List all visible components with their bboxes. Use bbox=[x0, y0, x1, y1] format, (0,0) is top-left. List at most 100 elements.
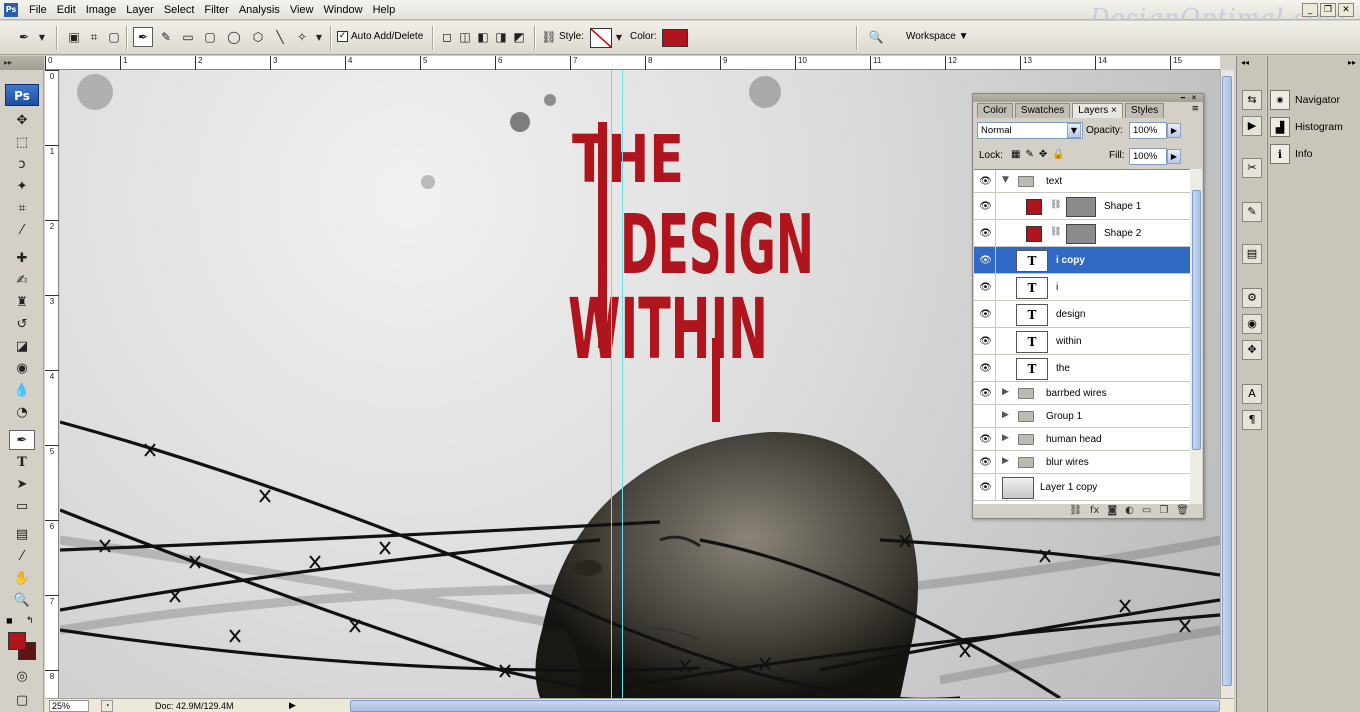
fill-field[interactable]: 100% bbox=[1129, 148, 1167, 165]
layer-row[interactable]: 👁 Ti bbox=[974, 274, 1190, 301]
collapse-icon[interactable]: ━ bbox=[1181, 94, 1185, 102]
panel-menu-icon[interactable]: ≡ bbox=[1191, 104, 1199, 114]
zoom-field[interactable]: 25% bbox=[49, 700, 89, 712]
marquee-tool-icon[interactable]: ⬚ bbox=[9, 132, 35, 152]
healing-brush-icon[interactable]: ✚ bbox=[9, 248, 35, 268]
layer-row[interactable]: 👁 ▼ text bbox=[974, 170, 1190, 193]
layer-row[interactable]: 👁 ⛓ Shape 1 bbox=[974, 193, 1190, 220]
visibility-eye-icon[interactable]: 👁 bbox=[976, 274, 996, 300]
delete-layer-icon[interactable]: 🗑 bbox=[1176, 505, 1189, 516]
lock-icons[interactable]: ▦✎✥🔒 bbox=[1011, 149, 1070, 160]
pen-tool-preset-icon[interactable]: ✒ bbox=[14, 27, 34, 47]
layer-row[interactable]: 👁 ⛓ Shape 2 bbox=[974, 220, 1190, 247]
vector-mask-thumbnail[interactable] bbox=[1066, 196, 1096, 217]
layer-row[interactable]: 👁 Ti copy bbox=[974, 247, 1190, 274]
collapsed-triangle-icon[interactable]: ▶ bbox=[1002, 433, 1009, 443]
visibility-eye-icon[interactable]: 👁 bbox=[976, 328, 996, 354]
menu-file[interactable]: File bbox=[24, 0, 52, 20]
blend-mode-dropdown-icon[interactable]: ▼ bbox=[1067, 123, 1081, 138]
shape-layers-mode-icon[interactable]: ▣ bbox=[64, 27, 84, 47]
histogram-panel-button[interactable]: ▟ Histogram bbox=[1270, 115, 1358, 139]
new-layer-icon[interactable]: ❐ bbox=[1159, 505, 1168, 516]
fill-slider-icon[interactable]: ▶ bbox=[1167, 149, 1181, 164]
style-dropdown-icon[interactable]: ▼ bbox=[614, 27, 624, 47]
visibility-eye-icon[interactable]: 👁 bbox=[976, 170, 996, 192]
layer-row[interactable]: 👁 ▶ blur wires bbox=[974, 451, 1190, 474]
custom-shape-icon[interactable]: ✧ bbox=[292, 27, 312, 47]
default-colors-icon[interactable]: ◼ bbox=[6, 616, 13, 625]
auto-add-delete-checkbox[interactable]: ✓ bbox=[337, 31, 348, 42]
layer-row[interactable]: 👁 Tthe bbox=[974, 355, 1190, 382]
layer-row[interactable]: 👁 Tdesign bbox=[974, 301, 1190, 328]
tab-styles[interactable]: Styles bbox=[1124, 103, 1165, 118]
add-mask-icon[interactable]: ◙ bbox=[1107, 505, 1117, 516]
layer-row[interactable]: 👁 Layer 1 copy bbox=[974, 474, 1190, 501]
collapsed-triangle-icon[interactable]: ▶ bbox=[1002, 387, 1009, 397]
paragraph-icon[interactable]: ¶ bbox=[1242, 410, 1262, 430]
dock-collapse-icon[interactable]: ◂◂ bbox=[1241, 58, 1249, 67]
vertical-scroll-thumb[interactable] bbox=[1222, 76, 1232, 686]
close-button[interactable]: ✕ bbox=[1338, 3, 1354, 17]
adjustment-layer-icon[interactable]: ◐ bbox=[1125, 505, 1134, 516]
visibility-eye-icon[interactable]: 👁 bbox=[976, 220, 996, 246]
tab-color[interactable]: Color bbox=[977, 103, 1013, 118]
visibility-eye-icon[interactable]: 👁 bbox=[976, 451, 996, 473]
clone-stamp-icon[interactable]: ♜ bbox=[9, 292, 35, 312]
fill-swatch-thumbnail[interactable] bbox=[1026, 198, 1042, 215]
visibility-eye-icon[interactable]: 👁 bbox=[976, 428, 996, 450]
vector-mask-thumbnail[interactable] bbox=[1066, 223, 1096, 244]
layers-scroll-thumb[interactable] bbox=[1192, 190, 1201, 450]
freeform-pen-icon[interactable]: ✎ bbox=[156, 27, 176, 47]
visibility-eye-icon[interactable]: 👁 bbox=[976, 193, 996, 219]
menu-layer[interactable]: Layer bbox=[121, 0, 159, 20]
layer-row[interactable]: ▶ Group 1 bbox=[974, 405, 1190, 428]
exclude-mode-icon[interactable]: ◩ bbox=[509, 27, 529, 47]
menu-select[interactable]: Select bbox=[159, 0, 200, 20]
horizontal-scrollbar[interactable] bbox=[350, 700, 1220, 712]
status-arrow-icon[interactable]: ▶ bbox=[289, 700, 296, 711]
brush-tool-icon[interactable]: ✍ bbox=[9, 270, 35, 290]
brushes-icon[interactable]: ✎ bbox=[1242, 202, 1262, 222]
ps-logo[interactable]: Ps bbox=[5, 84, 39, 106]
visibility-eye-icon[interactable]: 👁 bbox=[976, 382, 996, 404]
collapsed-triangle-icon[interactable]: ▶ bbox=[1002, 456, 1009, 466]
guide-line[interactable] bbox=[611, 70, 612, 698]
restore-button[interactable]: ❐ bbox=[1320, 3, 1336, 17]
toolbox-header[interactable]: ▸▸ bbox=[0, 56, 44, 70]
visibility-eye-icon[interactable] bbox=[976, 405, 996, 427]
adjustments-icon[interactable]: ◉ bbox=[1242, 314, 1262, 334]
foreground-color-swatch[interactable] bbox=[8, 632, 26, 650]
combine-mode-icon[interactable]: ◻ bbox=[437, 27, 457, 47]
screen-mode-icon[interactable]: ▢ bbox=[9, 690, 35, 710]
subtract-mode-icon[interactable]: ◧ bbox=[473, 27, 493, 47]
menu-view[interactable]: View bbox=[285, 0, 319, 20]
paths-mode-icon[interactable]: ⌗ bbox=[84, 27, 104, 47]
hand-tool-icon[interactable]: ✋ bbox=[9, 568, 35, 588]
eyedropper-icon[interactable]: ⁄ bbox=[9, 546, 35, 566]
pen-tool-icon[interactable]: ✒ bbox=[133, 27, 153, 47]
eraser-tool-icon[interactable]: ◪ bbox=[9, 336, 35, 356]
paint-bucket-icon[interactable]: ◉ bbox=[9, 358, 35, 378]
expanded-triangle-icon[interactable]: ▼ bbox=[1002, 175, 1009, 185]
history-brush-icon[interactable]: ↺ bbox=[9, 314, 35, 334]
new-group-icon[interactable]: ▭ bbox=[1142, 505, 1151, 516]
lasso-tool-icon[interactable]: ↄ bbox=[9, 154, 35, 174]
history-icon[interactable]: ⇆ bbox=[1242, 90, 1262, 110]
menu-edit[interactable]: Edit bbox=[52, 0, 81, 20]
polygon-icon[interactable]: ⬡ bbox=[248, 27, 268, 47]
navigator-panel-button[interactable]: ✷ Navigator bbox=[1270, 88, 1358, 112]
info-panel-button[interactable]: ℹ Info bbox=[1270, 142, 1358, 166]
quick-mask-icon[interactable]: ◎ bbox=[9, 666, 35, 686]
ellipse-icon[interactable]: ◯ bbox=[224, 27, 244, 47]
type-tool-icon[interactable]: T bbox=[9, 452, 35, 472]
link-layers-icon[interactable]: ⛓ bbox=[1069, 505, 1082, 516]
visibility-eye-icon[interactable]: 👁 bbox=[976, 301, 996, 327]
magic-wand-icon[interactable]: ✦ bbox=[9, 176, 35, 196]
crop-tool-icon[interactable]: ⌗ bbox=[9, 198, 35, 218]
blur-tool-icon[interactable]: 💧 bbox=[9, 380, 35, 400]
menu-help[interactable]: Help bbox=[368, 0, 401, 20]
dock-expand-icon[interactable]: ▸▸ bbox=[1348, 58, 1356, 67]
rectangle-icon[interactable]: ▭ bbox=[178, 27, 198, 47]
menu-window[interactable]: Window bbox=[318, 0, 367, 20]
notes-tool-icon[interactable]: ▤ bbox=[9, 524, 35, 544]
